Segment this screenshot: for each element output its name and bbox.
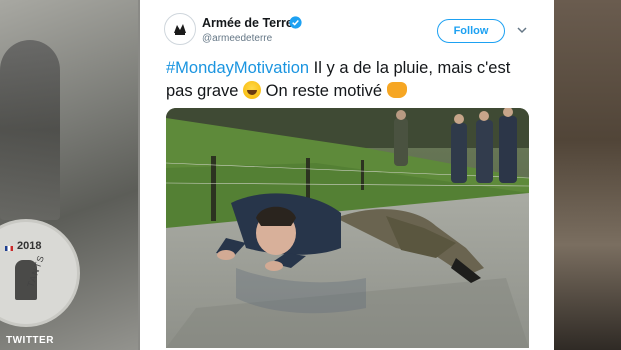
background-right-panel [554, 0, 621, 350]
tweet-text-part2: On reste motivé [261, 82, 387, 100]
seal-year: 2018 [17, 240, 42, 252]
fist-bump-emoji-icon [386, 82, 407, 98]
grinning-sweat-emoji-icon [243, 81, 262, 99]
hashtag-link[interactable]: #MondayMotivation [166, 59, 309, 77]
twitter-watermark: TWITTER [6, 335, 54, 346]
author-avatar[interactable] [164, 13, 196, 45]
author-handle[interactable]: @armeedeterre [202, 33, 272, 44]
background-soldier-figure [0, 40, 60, 220]
soldier-crawling-image [166, 108, 529, 348]
french-flag-icon [5, 246, 13, 251]
army-emblem-icon [170, 19, 190, 39]
author-name[interactable]: Armée de Terre [202, 16, 293, 30]
tweet-photo[interactable] [166, 108, 529, 348]
chevron-down-icon[interactable] [517, 25, 527, 35]
verified-badge-icon [289, 16, 302, 29]
commemorative-seal: 2018 TANTS [0, 222, 77, 324]
follow-button[interactable]: Follow [437, 19, 505, 43]
background-left-panel: 2018 TANTS [0, 0, 138, 350]
tweet-text: #MondayMotivation Il y a de la pluie, ma… [166, 57, 526, 103]
